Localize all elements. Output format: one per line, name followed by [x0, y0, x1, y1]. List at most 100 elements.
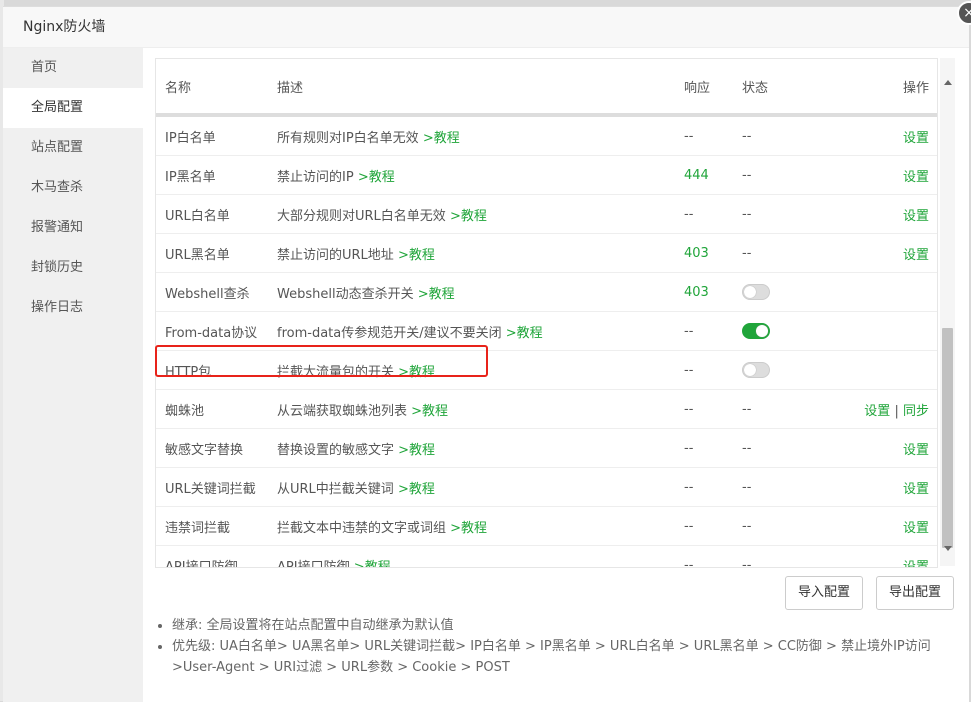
table-row: URL黑名单 禁止访问的URL地址 >教程 403 -- 设置 [156, 233, 937, 273]
rule-desc-text: 禁止访问的IP [277, 169, 354, 185]
status-cell: -- [741, 194, 823, 234]
status-cell: -- [741, 467, 823, 507]
table-row: IP黑名单 禁止访问的IP >教程 444 -- 设置 [156, 155, 937, 195]
response-code: -- [683, 115, 741, 156]
table-row: 违禁词拦截 拦截文本中违禁的文字或词组 >教程 -- -- 设置 [156, 506, 937, 546]
status-toggle[interactable] [742, 323, 770, 339]
settings-link[interactable]: 设置 [864, 404, 890, 419]
settings-link[interactable]: 设置 [903, 443, 929, 458]
tutorial-link[interactable]: >教程 [398, 443, 435, 458]
table-row: IP白名单 所有规则对IP白名单无效 >教程 -- -- 设置 [156, 115, 937, 156]
header-name: 名称 [156, 59, 276, 117]
response-code: 403 [683, 272, 741, 312]
rule-name: Webshell查杀 [156, 272, 276, 312]
table-scrollbar[interactable] [940, 58, 955, 566]
table-row: API接口防御 API接口防御 >教程 -- -- 设置 [156, 545, 937, 568]
scroll-thumb[interactable] [942, 328, 953, 548]
action-cell [823, 350, 937, 390]
status-cell: -- [741, 389, 823, 429]
table-row: URL白名单 大部分规则对URL白名单无效 >教程 -- -- 设置 [156, 194, 937, 234]
status-value: -- [742, 128, 752, 144]
rule-desc: API接口防御 >教程 [276, 545, 683, 568]
rule-desc-text: 禁止访问的URL地址 [277, 247, 394, 263]
settings-link[interactable]: 设置 [903, 131, 929, 146]
rule-desc: 拦截文本中违禁的文字或词组 >教程 [276, 506, 683, 546]
status-toggle[interactable] [742, 284, 770, 300]
header-status: 状态 [741, 59, 823, 117]
table-header-row: 名称 描述 响应 状态 操作 [156, 59, 937, 117]
response-code: -- [683, 467, 741, 507]
settings-link[interactable]: 设置 [903, 521, 929, 536]
status-cell: -- [741, 428, 823, 468]
rule-desc: 禁止访问的IP >教程 [276, 155, 683, 195]
status-cell: -- [741, 506, 823, 546]
tutorial-link[interactable]: >教程 [398, 482, 435, 497]
rule-desc-text: Webshell动态查杀开关 [277, 286, 414, 302]
tutorial-link[interactable]: >教程 [423, 131, 460, 146]
sidebar-item-operation-log[interactable]: 操作日志 [3, 288, 143, 328]
header-action: 操作 [823, 59, 937, 117]
tutorial-link[interactable]: >教程 [358, 170, 395, 185]
settings-link[interactable]: 设置 [903, 482, 929, 497]
status-cell: -- [741, 115, 823, 156]
rules-table: 名称 描述 响应 状态 操作 IP白名单 所有规则对IP白名单无效 >教程 -- --… [155, 58, 938, 568]
settings-link[interactable]: 设置 [903, 560, 929, 568]
tutorial-link[interactable]: >教程 [450, 209, 487, 224]
rule-desc-text: 从URL中拦截关键词 [277, 481, 394, 497]
tutorial-link[interactable]: >教程 [398, 248, 435, 263]
settings-link[interactable]: 设置 [903, 170, 929, 185]
table-row: URL关键词拦截 从URL中拦截关键词 >教程 -- -- 设置 [156, 467, 937, 507]
rule-name: 违禁词拦截 [156, 506, 276, 546]
header-response: 响应 [683, 59, 741, 117]
rule-desc: Webshell动态查杀开关 >教程 [276, 272, 683, 312]
table-row: 敏感文字替换 替换设置的敏感文字 >教程 -- -- 设置 [156, 428, 937, 468]
rule-desc-text: from-data传参规范开关/建议不要关闭 [277, 325, 502, 341]
tutorial-link[interactable]: >教程 [506, 326, 543, 341]
status-cell: -- [741, 545, 823, 568]
sidebar-item-site-config[interactable]: 站点配置 [3, 128, 143, 168]
status-cell [741, 272, 823, 312]
settings-link[interactable]: 设置 [903, 209, 929, 224]
status-value: -- [742, 557, 752, 568]
status-value: -- [742, 440, 752, 456]
action-cell: 设置 [823, 233, 937, 273]
status-value: -- [742, 167, 752, 183]
scroll-up-icon[interactable] [944, 80, 952, 85]
tutorial-link[interactable]: >教程 [450, 521, 487, 536]
notes: 继承: 全局设置将在站点配置中自动继承为默认值 优先级: UA白名单> UA黑名… [158, 615, 938, 678]
response-code: -- [683, 428, 741, 468]
rule-desc-text: 替换设置的敏感文字 [277, 442, 395, 458]
table-row: Webshell查杀 Webshell动态查杀开关 >教程 403 [156, 272, 937, 312]
sidebar-item-block-history[interactable]: 封锁历史 [3, 248, 143, 288]
sidebar-item-home[interactable]: 首页 [3, 48, 143, 88]
response-code: 403 [683, 233, 741, 273]
export-config-button[interactable]: 导出配置 [876, 576, 955, 610]
sync-link[interactable]: 同步 [903, 404, 929, 419]
settings-link[interactable]: 设置 [903, 248, 929, 263]
rule-name: API接口防御 [156, 545, 276, 567]
tutorial-link[interactable]: >教程 [418, 287, 455, 302]
rule-desc: 大部分规则对URL白名单无效 >教程 [276, 194, 683, 234]
rule-name: URL白名单 [156, 194, 276, 234]
sidebar-item-alert[interactable]: 报警通知 [3, 208, 143, 248]
status-toggle[interactable] [742, 362, 770, 378]
action-cell: 设置 [823, 545, 937, 568]
rule-desc: 替换设置的敏感文字 >教程 [276, 428, 683, 468]
highlight-box [155, 345, 488, 377]
action-cell: 设置 [823, 467, 937, 507]
rule-desc: 从URL中拦截关键词 >教程 [276, 467, 683, 507]
scroll-down-icon[interactable] [944, 546, 952, 551]
dialog-title: Nginx防火墙 [3, 7, 969, 48]
import-config-button[interactable]: 导入配置 [785, 576, 864, 610]
tutorial-link[interactable]: >教程 [411, 404, 448, 419]
response-code: -- [683, 311, 741, 351]
action-cell: 设置 [823, 194, 937, 234]
rule-name: IP白名单 [156, 115, 276, 156]
tutorial-link[interactable]: >教程 [354, 560, 391, 568]
sidebar-item-global-config[interactable]: 全局配置 [3, 88, 143, 128]
action-cell [823, 311, 937, 351]
note-priority-line2: >User-Agent > URI过滤 > URL参数 > Cookie > P… [172, 660, 510, 675]
status-value: -- [742, 206, 752, 222]
rule-desc-text: 从云端获取蜘蛛池列表 [277, 403, 408, 419]
sidebar-item-trojan-scan[interactable]: 木马查杀 [3, 168, 143, 208]
